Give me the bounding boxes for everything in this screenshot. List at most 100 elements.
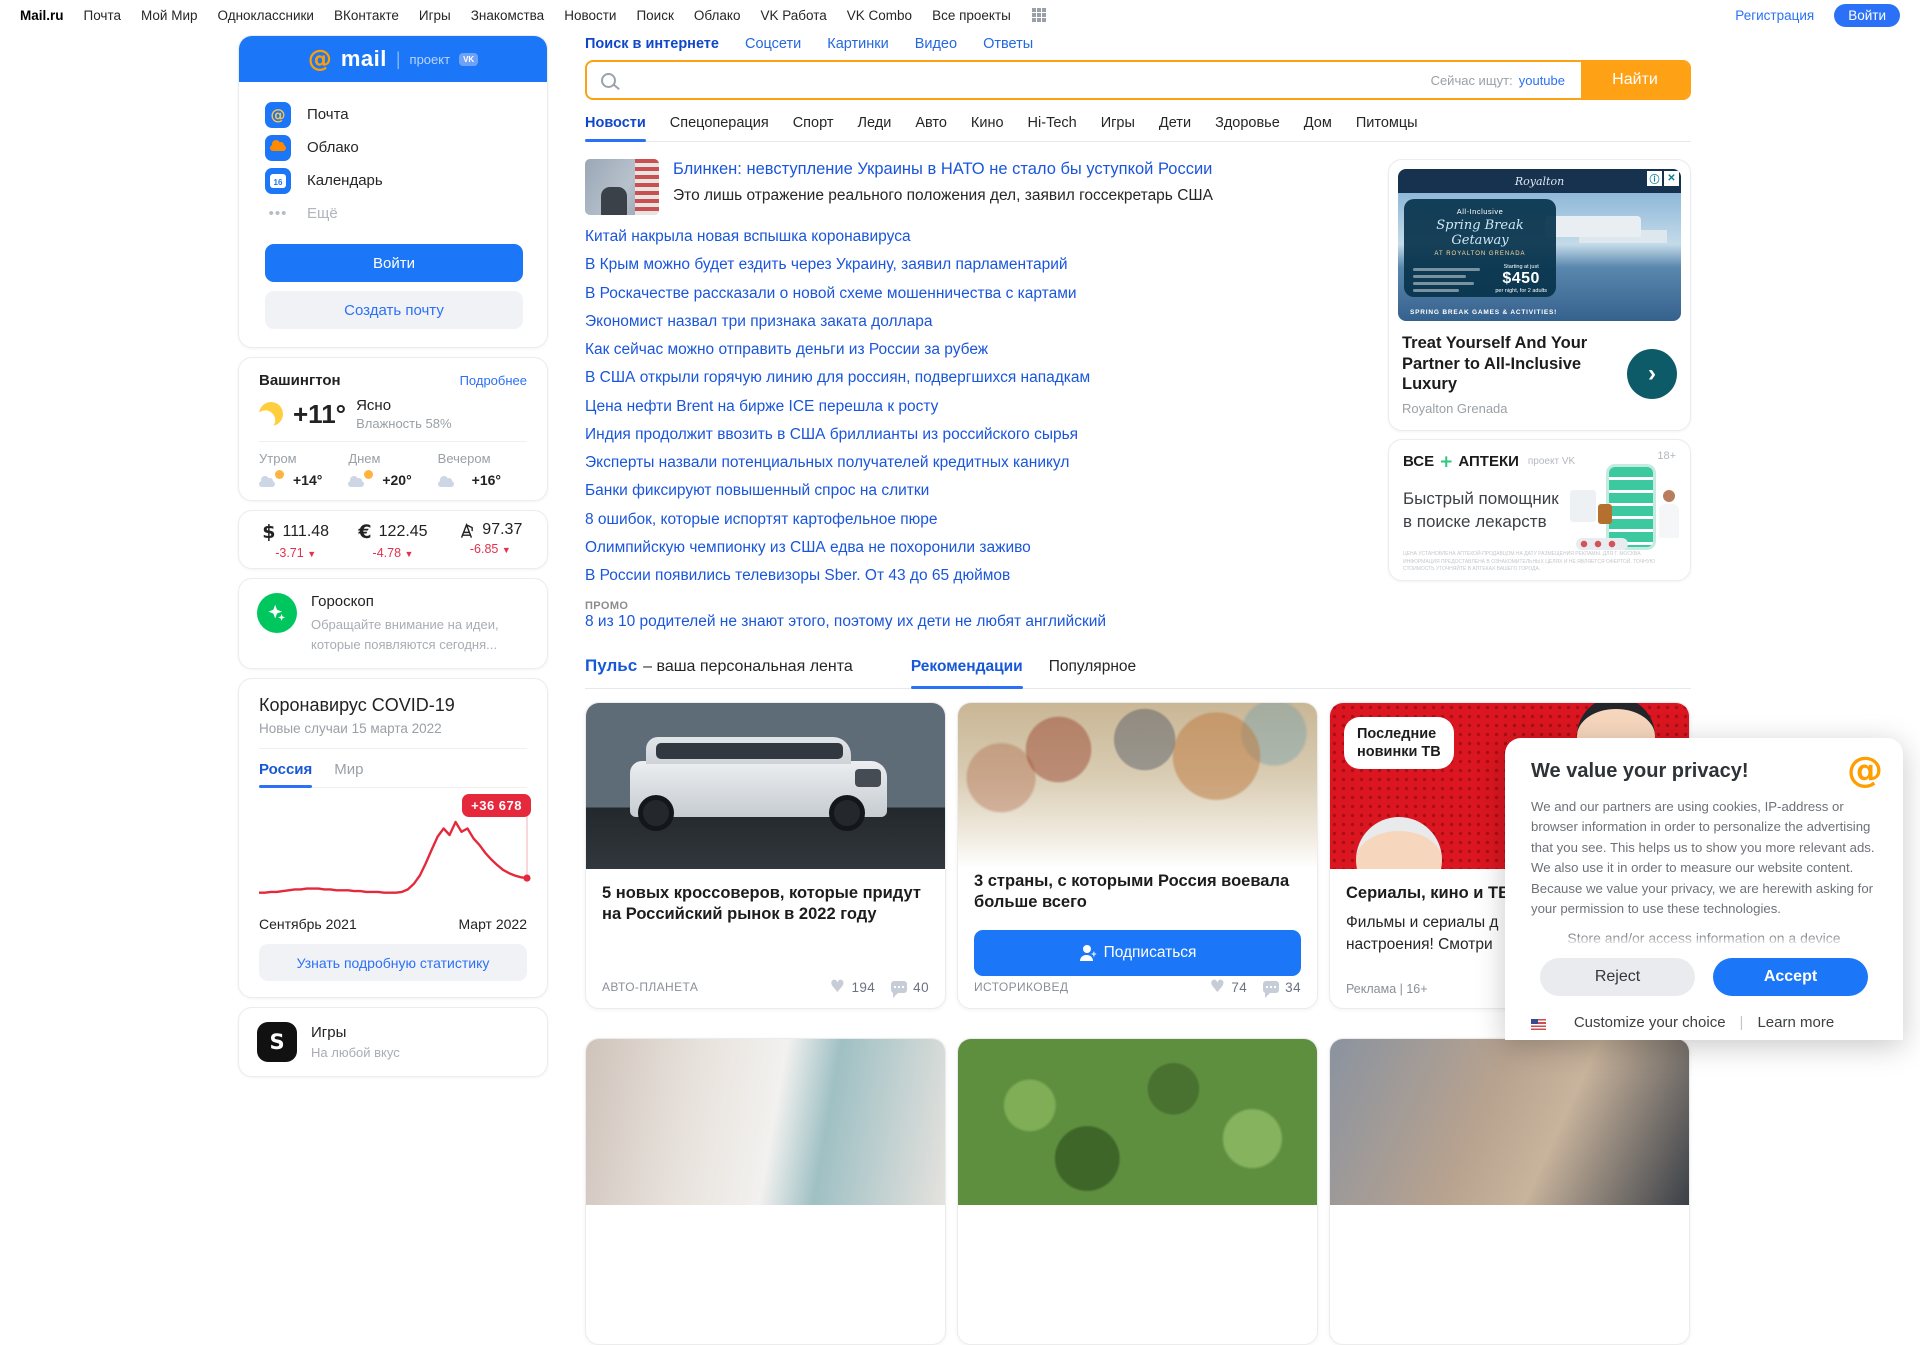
topnav-item-odnoklassniki[interactable]: Одноклассники bbox=[218, 8, 314, 23]
news-tab-kino[interactable]: Кино bbox=[971, 115, 1004, 131]
headline-link[interactable]: Экономист назвал три признака заката дол… bbox=[585, 313, 1380, 330]
topnav-item-znakomstva[interactable]: Знакомства bbox=[471, 8, 544, 23]
sidebar-item-more[interactable]: ••• Ещё bbox=[265, 197, 521, 230]
headline-link[interactable]: 8 ошибок, которые испортят картофельное … bbox=[585, 511, 1380, 528]
reject-button[interactable]: Reject bbox=[1540, 957, 1695, 996]
sidebar-item-calendar[interactable]: 16 Календарь bbox=[265, 164, 521, 197]
apps-grid-icon[interactable] bbox=[1031, 7, 1047, 23]
language-flag-icon[interactable] bbox=[1531, 1019, 1546, 1030]
topnav-item-novosti[interactable]: Новости bbox=[564, 8, 616, 23]
topnav-item-oblako[interactable]: Облако bbox=[694, 8, 741, 23]
subscribe-button[interactable]: + Подписаться bbox=[974, 930, 1301, 977]
weather-more-link[interactable]: Подробнее bbox=[460, 373, 527, 388]
lead-story[interactable]: Блинкен: невступление Украины в НАТО не … bbox=[585, 159, 1380, 215]
news-tab-sport[interactable]: Спорт bbox=[793, 115, 834, 131]
card-image-suv bbox=[586, 702, 945, 869]
topnav-item-poisk[interactable]: Поиск bbox=[636, 8, 673, 23]
search-tab-answers[interactable]: Ответы bbox=[983, 36, 1033, 52]
card-title[interactable]: 5 новых кроссоверов, которые придут на Р… bbox=[602, 883, 929, 927]
news-tab-dom[interactable]: Дом bbox=[1304, 115, 1332, 131]
headline-link[interactable]: В Крым можно будет ездить через Украину,… bbox=[585, 256, 1380, 273]
covid-tab-world[interactable]: Мир bbox=[334, 761, 363, 778]
search-tab-web[interactable]: Поиск в интернете bbox=[585, 36, 719, 52]
topnav-item-vse-proekty[interactable]: Все проекты bbox=[932, 8, 1011, 23]
currency-widget[interactable]: $111.48 -3.71 ▼ €122.45 -4.78 ▼ 97.37 -6… bbox=[238, 510, 548, 569]
topnav-item-vk-combo[interactable]: VK Combo bbox=[847, 8, 912, 23]
resort-ad[interactable]: Royalton All-Inclusive Spring Break Geta… bbox=[1388, 159, 1691, 431]
ad-close-icon[interactable]: ✕ bbox=[1664, 171, 1679, 186]
search-tab-images[interactable]: Картинки bbox=[827, 36, 888, 52]
headline-link[interactable]: В США открыли горячую линию для россиян,… bbox=[585, 370, 1380, 387]
comments-count[interactable]: 40 bbox=[891, 980, 929, 999]
headline-link[interactable]: Эксперты назвали потенциальных получател… bbox=[585, 454, 1380, 471]
news-tab-avto[interactable]: Авто bbox=[915, 115, 947, 131]
headline-link[interactable]: В Роскачестве рассказали о новой схеме м… bbox=[585, 285, 1380, 302]
news-tab-zdorovye[interactable]: Здоровье bbox=[1215, 115, 1280, 131]
search-input[interactable] bbox=[628, 62, 1431, 98]
sidebar-login-button[interactable]: Войти bbox=[265, 244, 523, 282]
news-tab-ledi[interactable]: Леди bbox=[857, 115, 891, 131]
sidebar-item-mail[interactable]: @ Почта bbox=[265, 98, 521, 131]
learn-more-link[interactable]: Learn more bbox=[1757, 1014, 1834, 1031]
covid-tab-russia[interactable]: Россия bbox=[259, 761, 313, 788]
pulse-tab-recommendations[interactable]: Рекомендации bbox=[910, 658, 1023, 689]
topnav-item-igry[interactable]: Игры bbox=[419, 8, 451, 23]
headline-link[interactable]: В России появились телевизоры Sber. От 4… bbox=[585, 567, 1380, 584]
resort-ad-title[interactable]: Treat Yourself And Your Partner to All-I… bbox=[1402, 333, 1619, 395]
pulse-card-crossovers[interactable]: 5 новых кроссоверов, которые придут на Р… bbox=[585, 701, 946, 1009]
search-button[interactable]: Найти bbox=[1581, 62, 1689, 98]
ad-info-icon[interactable]: ⓘ bbox=[1647, 171, 1662, 186]
register-link[interactable]: Регистрация bbox=[1735, 8, 1814, 23]
promo-headline-link[interactable]: 8 из 10 родителей не знают этого, поэтом… bbox=[585, 614, 1380, 631]
headline-link[interactable]: Олимпийскую чемпионку из США едва не пох… bbox=[585, 539, 1380, 556]
topnav-item-pochta[interactable]: Почта bbox=[84, 8, 122, 23]
news-tab-igry[interactable]: Игры bbox=[1101, 115, 1135, 131]
euro-icon: € bbox=[358, 521, 372, 543]
search-tab-social[interactable]: Соцсети bbox=[745, 36, 801, 52]
news-tab-specoperaciya[interactable]: Спецоперация bbox=[670, 115, 769, 131]
news-tab-hitech[interactable]: Hi-Tech bbox=[1028, 115, 1077, 131]
pulse-card-history[interactable]: 3 страны, с которыми Россия воевала боль… bbox=[957, 701, 1318, 1009]
pulse-card[interactable] bbox=[585, 1037, 946, 1345]
headline-link[interactable]: Индия продолжит ввозить в США бриллианты… bbox=[585, 426, 1380, 443]
likes-count[interactable]: ♥ 194 bbox=[830, 978, 875, 996]
topnav-item-vkontakte[interactable]: ВКонтакте bbox=[334, 8, 399, 23]
topnav-item-moymir[interactable]: Мой Мир bbox=[141, 8, 198, 23]
mail-logo[interactable]: @ mail | проект VK bbox=[239, 36, 547, 82]
brand-link[interactable]: Mail.ru bbox=[20, 8, 64, 23]
comments-count[interactable]: 34 bbox=[1263, 980, 1301, 999]
customize-choice-link[interactable]: Customize your choice bbox=[1574, 1014, 1726, 1031]
games-widget[interactable]: S Игры На любой вкус bbox=[238, 1007, 548, 1077]
accept-button[interactable]: Accept bbox=[1713, 957, 1868, 996]
topnav-login-button[interactable]: Войти bbox=[1834, 3, 1900, 27]
pulse-card[interactable] bbox=[1329, 1037, 1690, 1345]
covid-axis-start: Сентябрь 2021 bbox=[259, 916, 357, 932]
pharmacy-ad[interactable]: ВСЕ + АПТЕКИ проект VK 18+ Быстрый помощ… bbox=[1388, 438, 1691, 581]
news-tab-novosti[interactable]: Новости bbox=[585, 115, 646, 142]
headline-link[interactable]: Цена нефти Brent на бирже ICE перешла к … bbox=[585, 398, 1380, 415]
period-label: Днем bbox=[348, 451, 381, 466]
pulse-tab-popular[interactable]: Популярное bbox=[1049, 658, 1136, 676]
card-source[interactable]: АВТО-ПЛАНЕТА bbox=[602, 980, 698, 994]
resort-ad-arrow-button[interactable]: › bbox=[1627, 349, 1677, 400]
headline-link[interactable]: Китай накрыла новая вспышка коронавируса bbox=[585, 228, 1380, 245]
suggest-term-link[interactable]: youtube bbox=[1519, 73, 1565, 88]
card-image-plants bbox=[958, 1038, 1317, 1205]
headline-link[interactable]: Банки фиксируют повышенный спрос на слит… bbox=[585, 483, 1380, 500]
card-source[interactable]: ИСТОРИКОВЕД bbox=[974, 980, 1068, 994]
covid-stats-button[interactable]: Узнать подробную статистику bbox=[259, 944, 527, 981]
sidebar-item-cloud[interactable]: Облако bbox=[265, 131, 521, 164]
topnav-item-vk-rabota[interactable]: VK Работа bbox=[760, 8, 826, 23]
search-tab-video[interactable]: Видео bbox=[915, 36, 957, 52]
news-tab-deti[interactable]: Дети bbox=[1159, 115, 1191, 131]
pulse-title-link[interactable]: Пульс bbox=[585, 656, 637, 676]
pulse-card[interactable] bbox=[957, 1037, 1318, 1345]
card-title[interactable]: 3 страны, с которыми Россия воевала боль… bbox=[974, 871, 1301, 915]
likes-count[interactable]: ♥ 74 bbox=[1210, 978, 1247, 996]
lead-story-title[interactable]: Блинкен: невступление Украины в НАТО не … bbox=[673, 160, 1212, 178]
horoscope-text: Обращайте внимание на идеи, которые появ… bbox=[311, 617, 499, 652]
horoscope-widget[interactable]: Гороскоп Обращайте внимание на идеи, кот… bbox=[238, 578, 548, 669]
headline-link[interactable]: Как сейчас можно отправить деньги из Рос… bbox=[585, 341, 1380, 358]
news-tab-pitomcy[interactable]: Питомцы bbox=[1356, 115, 1418, 131]
create-mail-button[interactable]: Создать почту bbox=[265, 291, 523, 329]
